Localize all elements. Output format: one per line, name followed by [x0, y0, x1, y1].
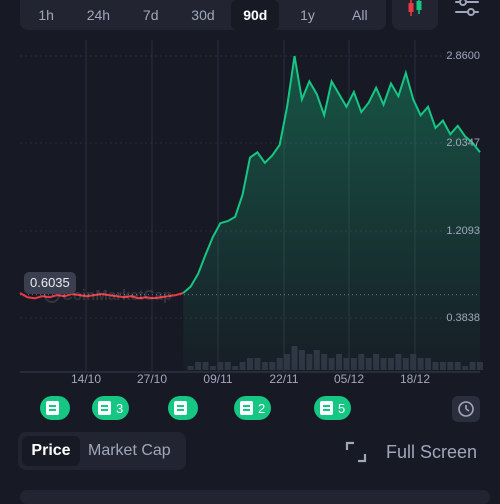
expand-icon	[345, 441, 367, 463]
tab-price[interactable]: Price	[22, 436, 80, 466]
candlestick-icon	[408, 0, 422, 16]
watermark: CoinMarketCap	[62, 287, 173, 304]
current-price-tag: 0.6035	[24, 272, 76, 294]
chart-type-tabs: Price Market Cap	[18, 432, 186, 470]
news-icon	[240, 401, 253, 415]
candlestick-toggle-button[interactable]	[392, 0, 438, 30]
range-30d[interactable]: 30d	[179, 0, 227, 30]
y-axis-label: 2.0347	[446, 137, 480, 149]
range-24h[interactable]: 24h	[74, 0, 122, 30]
top-bar: 1h 24h 7d 30d 90d 1y All	[0, 0, 500, 34]
tab-market-cap[interactable]: Market Cap	[88, 436, 171, 466]
range-all[interactable]: All	[336, 0, 384, 30]
y-axis-label: 2.8600	[446, 50, 480, 62]
range-90d[interactable]: 90d	[231, 0, 280, 30]
x-axis-label: 05/12	[333, 372, 365, 386]
news-marker[interactable]	[40, 396, 70, 420]
news-marker[interactable]: 5	[314, 396, 352, 420]
range-1y[interactable]: 1y	[283, 0, 331, 30]
full-screen-label: Full Screen	[386, 441, 478, 462]
x-axis-label: 18/12	[399, 372, 431, 386]
x-axis-label: 09/11	[203, 372, 233, 386]
news-count: 3	[116, 400, 124, 416]
news-icon	[320, 401, 333, 415]
news-icon	[98, 401, 111, 415]
news-icon	[46, 401, 59, 415]
news-count: 5	[338, 400, 346, 416]
clock-icon	[458, 401, 474, 417]
x-axis-label: 22/11	[269, 372, 299, 386]
price-area	[183, 56, 480, 372]
y-axis-label: 1.2093	[446, 225, 480, 237]
price-chart[interactable]	[0, 34, 500, 390]
news-count: 2	[258, 400, 266, 416]
news-marker[interactable]	[168, 396, 198, 420]
y-axis-label: 0.3838	[446, 312, 480, 324]
x-axis-label: 27/10	[136, 372, 168, 386]
history-button[interactable]	[452, 396, 480, 422]
full-screen-button[interactable]: Full Screen	[344, 438, 477, 466]
time-range-selector: 1h 24h 7d 30d 90d 1y All	[20, 0, 386, 30]
news-marker[interactable]: 2	[234, 396, 272, 420]
range-7d[interactable]: 7d	[127, 0, 175, 30]
range-1h[interactable]: 1h	[22, 0, 70, 30]
bottom-panel	[20, 490, 490, 504]
settings-sliders-icon[interactable]	[452, 0, 482, 24]
news-icon	[174, 401, 187, 415]
x-axis-label: 14/10	[70, 372, 102, 386]
news-marker[interactable]: 3	[92, 396, 130, 420]
